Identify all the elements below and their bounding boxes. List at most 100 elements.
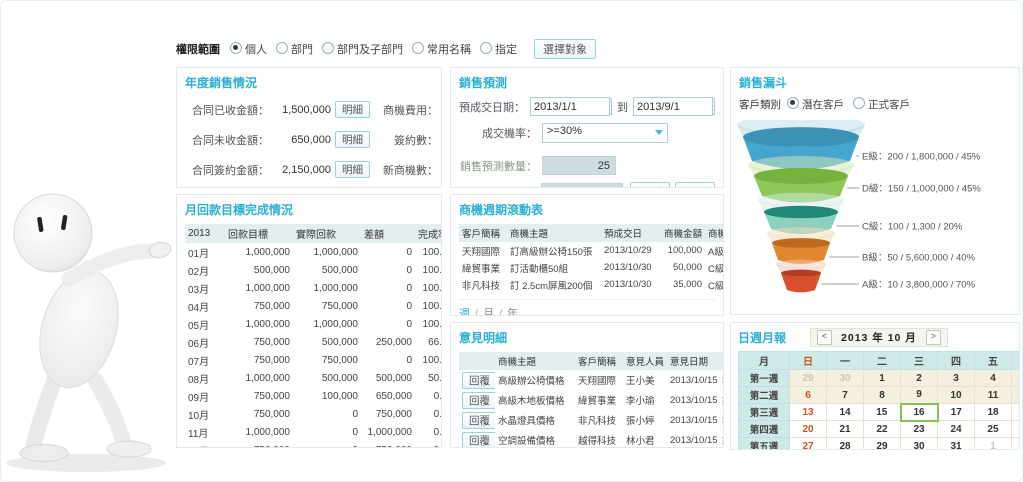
calendar-day[interactable]: 8 (864, 387, 901, 404)
customer-type-option[interactable]: 正式客戶 (853, 99, 910, 111)
date-to-label: 到 (617, 99, 628, 115)
forecast-qty-value: 25 (542, 156, 616, 175)
calendar-day-header: 四 (938, 352, 975, 370)
permission-option[interactable]: 指定 (480, 44, 517, 56)
permission-option[interactable]: 部門及子部門 (322, 44, 403, 56)
table-cell: 09月 (185, 387, 225, 405)
table-cell: 100.00% (415, 279, 442, 297)
calendar-day[interactable]: 28 (827, 438, 864, 451)
table-cell: 0 (293, 441, 361, 448)
reply-button[interactable]: 回覆 (462, 412, 495, 429)
reply-button[interactable]: 回覆 (462, 392, 495, 409)
funnel-rim-opening (767, 227, 835, 239)
cycle-tab[interactable]: 年 (507, 308, 518, 316)
calendar-day[interactable]: 2 (1012, 438, 1021, 451)
table-cell: 0 (361, 315, 415, 333)
calendar-day[interactable]: 20 (790, 421, 827, 438)
calendar-week-row: 第三週13141516171819 (739, 404, 1021, 421)
cycle-tab[interactable]: 月 (483, 308, 494, 316)
calendar-day[interactable]: 11 (975, 387, 1012, 404)
table-header-cell: 商機主題 (495, 352, 575, 370)
table-cell: 水晶燈具價格 (495, 410, 575, 430)
mascot-back-foot (20, 445, 68, 462)
metric-label: 新商機數： (380, 162, 438, 178)
calendar-day[interactable]: 4 (975, 370, 1012, 387)
calendar-day[interactable]: 22 (864, 421, 901, 438)
calendar-day[interactable]: 12 (1012, 387, 1021, 404)
table-cell: 11月 (185, 423, 225, 441)
probability-label: 成交機率： (459, 125, 537, 141)
calendar-day[interactable]: 29 (790, 370, 827, 387)
calendar-week-row: 第四週20212223242526 (739, 421, 1021, 438)
table-cell: 100,000 (293, 387, 361, 405)
detail-button[interactable]: 明細 (335, 161, 370, 178)
table-header-cell: 商機主題 (507, 224, 601, 242)
calendar-next-button[interactable]: > (926, 330, 941, 345)
calendar-day[interactable]: 15 (864, 404, 901, 421)
calendar-day[interactable]: 6 (790, 387, 827, 404)
probability-select[interactable]: >=30% (542, 123, 668, 143)
calendar-day[interactable]: 10 (938, 387, 975, 404)
calendar-day[interactable]: 17 (938, 404, 975, 421)
calendar-day[interactable]: 3 (938, 370, 975, 387)
calendar-day[interactable]: 1 (975, 438, 1012, 451)
select-target-button[interactable]: 選擇對象 (534, 39, 596, 59)
table-cell: 05月 (185, 315, 225, 333)
calendar-picker-icon[interactable] (713, 98, 715, 115)
calendar-day[interactable]: 26 (1012, 421, 1021, 438)
permission-option[interactable]: 個人 (230, 44, 267, 56)
calendar-day[interactable]: 5 (1012, 370, 1021, 387)
cycle-tab[interactable]: 週 (459, 308, 470, 316)
reply-button[interactable]: 回覆 (462, 372, 495, 389)
calendar-day[interactable]: 31 (938, 438, 975, 451)
calendar-day[interactable]: 23 (901, 421, 938, 438)
forecast-detail-button[interactable]: 明細 (675, 182, 715, 188)
calendar-picker-icon[interactable] (610, 98, 612, 115)
customer-type-option[interactable]: 潛在客戶 (787, 99, 844, 111)
funnel-band-top (754, 168, 848, 184)
funnel-band-top (743, 127, 859, 147)
detail-button[interactable]: 明細 (335, 101, 370, 118)
table-header-row: 2013回款目標實際回款差額完成率 (185, 224, 442, 243)
permission-option[interactable]: 部門 (276, 44, 313, 56)
calendar-day[interactable]: 30 (901, 438, 938, 451)
calendar-day[interactable]: 21 (827, 421, 864, 438)
calendar-day[interactable]: 19 (1012, 404, 1021, 421)
permission-option-label: 個人 (245, 44, 267, 56)
table-cell: 750,000 (225, 405, 293, 423)
detail-button[interactable]: 明細 (335, 131, 370, 148)
panel-report-calendar: 日週月報 < 2013 年 10 月 > 月日一二三四五六第一週29301234… (730, 322, 1020, 450)
table-cell: 1,000,000 (225, 279, 293, 297)
calendar-day-selected[interactable]: 16 (901, 404, 938, 421)
table-cell: 07月 (185, 351, 225, 369)
calendar-day[interactable]: 18 (975, 404, 1012, 421)
radio-icon (276, 42, 288, 54)
calendar-day[interactable]: 25 (975, 421, 1012, 438)
calendar-day[interactable]: 7 (827, 387, 864, 404)
predict-button[interactable]: 預測 (630, 182, 670, 188)
calendar-prev-button[interactable]: < (817, 330, 832, 345)
date-from-input[interactable] (530, 97, 610, 116)
calendar-day[interactable]: 14 (827, 404, 864, 421)
calendar-day[interactable]: 24 (938, 421, 975, 438)
calendar-day[interactable]: 27 (790, 438, 827, 451)
calendar-day[interactable]: 9 (901, 387, 938, 404)
table-cell: 回覆 (459, 370, 495, 390)
table-header-cell: 意見日期 (667, 352, 719, 370)
calendar-day[interactable]: 2 (901, 370, 938, 387)
reply-button[interactable]: 回覆 (462, 432, 495, 449)
table-cell: 100.00% (415, 243, 442, 261)
table-cell: 張小婷 (623, 410, 667, 430)
forecast-amount-value: 5,350,000 (541, 183, 623, 189)
funnel-level: A級：10 / 3,800,000 / 70% (776, 260, 976, 293)
metric-row: 商機費用：205,000明細 (380, 101, 442, 118)
calendar-day[interactable]: 13 (790, 404, 827, 421)
calendar-day[interactable]: 29 (864, 438, 901, 451)
table-cell: 訂活動櫃50組 (507, 259, 601, 276)
radio-icon (230, 42, 242, 54)
calendar-day[interactable]: 30 (827, 370, 864, 387)
date-to-input[interactable] (633, 97, 713, 116)
permission-option[interactable]: 常用名稱 (412, 44, 471, 56)
calendar-day[interactable]: 1 (864, 370, 901, 387)
table-cell: 請問空 (719, 430, 724, 448)
